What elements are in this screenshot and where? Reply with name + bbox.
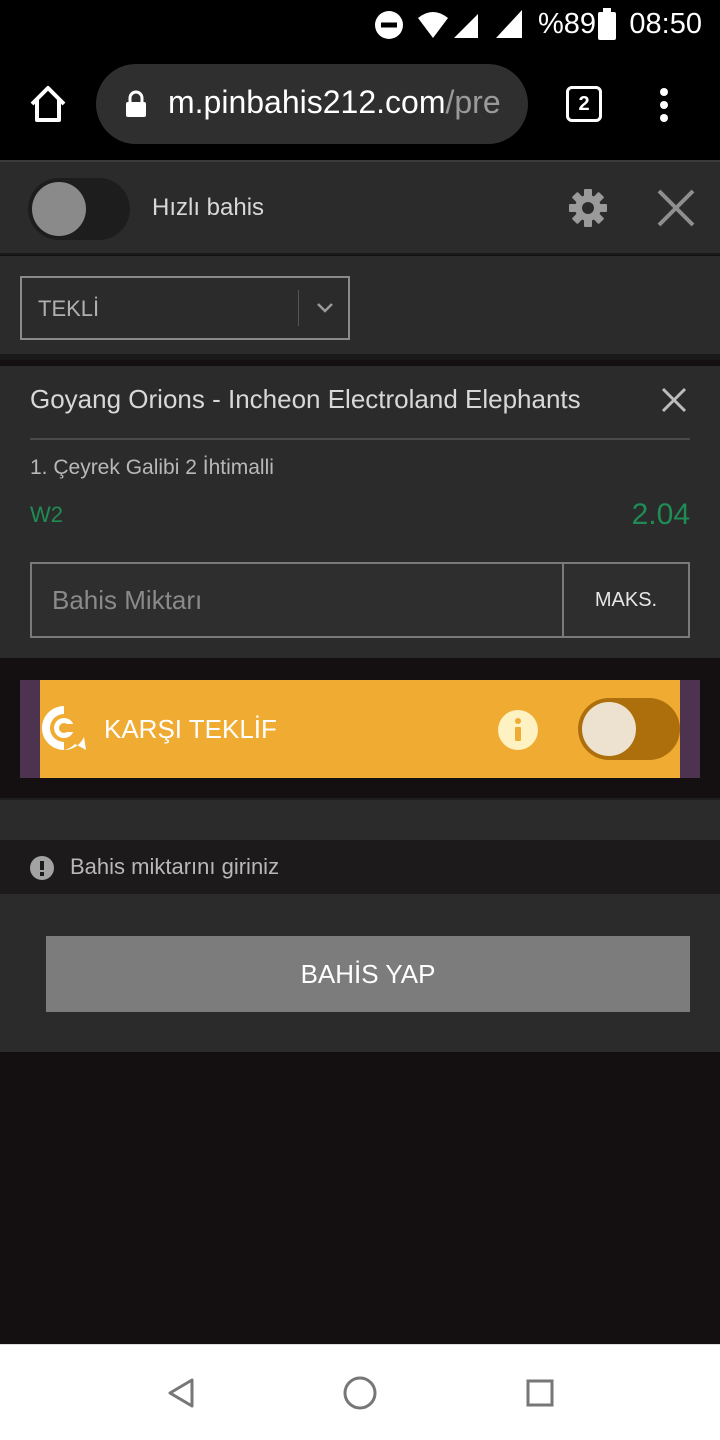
- battery-icon: [598, 8, 616, 40]
- address-bar[interactable]: m.pinbahis212.com/pre: [96, 64, 528, 144]
- warning-text: Bahis miktarını giriniz: [70, 854, 280, 879]
- gear-icon[interactable]: [568, 188, 608, 228]
- banner-edge-right: [680, 680, 700, 778]
- status-bar: %89 08:50: [0, 0, 720, 50]
- counter-offer-toggle[interactable]: [578, 698, 680, 760]
- outcome-label: W2: [30, 502, 63, 527]
- stake-input[interactable]: [32, 564, 562, 636]
- quick-bet-label: Hızlı bahis: [152, 194, 265, 221]
- toggle-knob: [582, 702, 636, 756]
- place-bet-section: BAHİS YAP: [0, 894, 720, 1052]
- url-text: m.pinbahis212.com/pre: [168, 84, 518, 121]
- toggle-knob: [32, 182, 86, 236]
- info-icon[interactable]: [498, 710, 538, 750]
- warning-bar: Bahis miktarını giriniz: [0, 840, 720, 894]
- bet-type-section: TEKLİ: [0, 256, 720, 360]
- do-not-disturb-icon: [375, 11, 403, 39]
- counter-offer-logo-icon: [41, 705, 86, 750]
- place-bet-label: BAHİS YAP: [300, 958, 436, 989]
- bet-type-value: TEKLİ: [38, 296, 100, 321]
- match-title: Goyang Orions - Incheon Electroland Elep…: [30, 384, 581, 414]
- quick-bet-toggle[interactable]: [28, 178, 130, 240]
- select-divider: [298, 290, 299, 326]
- lock-icon: [126, 90, 146, 117]
- close-icon[interactable]: [656, 188, 696, 228]
- max-stake-button[interactable]: MAKS.: [562, 564, 688, 636]
- divider: [30, 438, 690, 440]
- tab-count: 2: [578, 92, 590, 115]
- clock: 08:50: [629, 8, 702, 40]
- home-nav-icon[interactable]: [342, 1375, 378, 1411]
- url-path: /pre: [445, 84, 501, 120]
- chevron-down-icon: [317, 303, 333, 313]
- stake-field: MAKS.: [30, 562, 690, 638]
- more-menu-icon[interactable]: [656, 86, 672, 126]
- bet-slip-card: Goyang Orions - Incheon Electroland Elep…: [0, 366, 720, 658]
- system-nav-bar: [0, 1344, 720, 1440]
- signal-icons: [418, 12, 478, 38]
- recents-icon[interactable]: [526, 1379, 554, 1407]
- banner-edge-left: [20, 680, 40, 778]
- home-icon[interactable]: [28, 84, 68, 124]
- odds-value: 2.04: [631, 498, 690, 531]
- quick-bet-bar: Hızlı bahis: [0, 160, 720, 255]
- browser-toolbar: m.pinbahis212.com/pre 2: [0, 50, 720, 160]
- remove-bet-icon[interactable]: [660, 386, 688, 414]
- alert-icon: [30, 856, 54, 880]
- market-name: 1. Çeyrek Galibi 2 İhtimalli: [30, 456, 274, 479]
- max-stake-label: MAKS.: [594, 588, 658, 611]
- place-bet-button[interactable]: BAHİS YAP: [46, 936, 690, 1012]
- battery-percent: %89: [537, 8, 596, 40]
- bet-type-select[interactable]: TEKLİ: [20, 276, 350, 340]
- counter-offer-label: KARŞI TEKLİF: [104, 714, 277, 744]
- back-icon[interactable]: [166, 1377, 196, 1409]
- counter-offer-banner: KARŞI TEKLİF: [20, 680, 700, 778]
- url-host: m.pinbahis212.com: [168, 84, 446, 120]
- cell-signal-icon: [496, 10, 522, 38]
- spacer: [0, 798, 720, 840]
- counter-offer-section: KARŞI TEKLİF: [0, 658, 720, 798]
- tab-switcher-button[interactable]: 2: [566, 86, 602, 122]
